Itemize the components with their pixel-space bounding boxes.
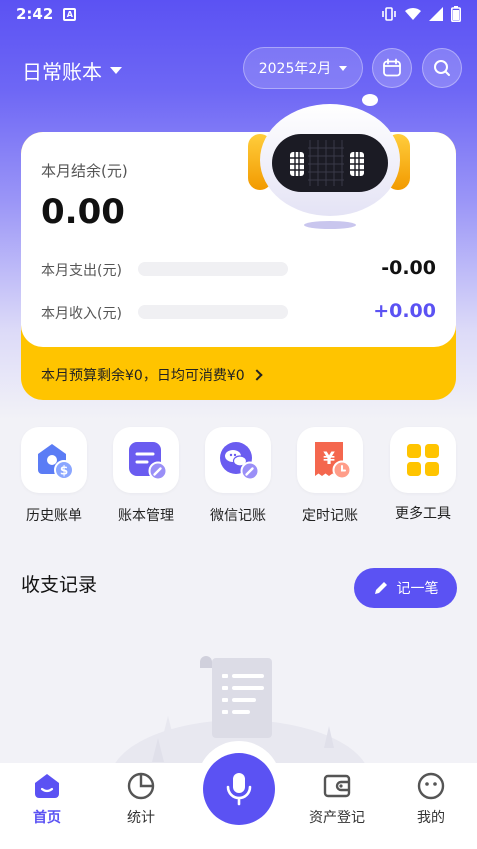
tool-wechat-record[interactable]: 微信记账 bbox=[205, 427, 271, 525]
records-title: 收支记录 bbox=[21, 574, 98, 596]
nav-mine[interactable]: 我的 bbox=[386, 771, 476, 827]
scheduled-record-icon: ¥ bbox=[315, 442, 352, 480]
status-icons bbox=[381, 6, 461, 22]
home-icon bbox=[35, 774, 59, 798]
nav-stats[interactable]: 统计 bbox=[96, 771, 186, 827]
tool-label: 定时记账 bbox=[302, 508, 358, 524]
nav-home-label: 首页 bbox=[33, 810, 61, 826]
history-bill-icon: $ bbox=[38, 444, 74, 480]
caret-down-icon bbox=[339, 65, 348, 71]
tool-book-manage[interactable]: 账本管理 bbox=[113, 427, 179, 525]
nav-assets-label: 资产登记 bbox=[309, 810, 365, 826]
budget-summary[interactable]: 本月预算剩余¥0，日均可消费¥0 bbox=[41, 365, 263, 385]
tool-label: 微信记账 bbox=[210, 508, 266, 524]
nav-stats-label: 统计 bbox=[127, 810, 155, 826]
search-icon bbox=[434, 60, 450, 76]
header: 日常账本 2025年2月 bbox=[0, 46, 477, 90]
caret-down-icon bbox=[110, 67, 122, 74]
book-selector[interactable]: 日常账本 bbox=[22, 56, 122, 85]
wifi-icon bbox=[405, 7, 421, 21]
income-value: +0.00 bbox=[373, 300, 436, 322]
tool-tile: $ bbox=[21, 427, 87, 493]
nav-assets[interactable]: 资产登记 bbox=[292, 771, 382, 827]
income-label: 本月收入(元) bbox=[41, 306, 122, 322]
notification-icon: A bbox=[63, 7, 77, 21]
tool-history-bill[interactable]: $ 历史账单 bbox=[21, 427, 87, 525]
tool-tile bbox=[205, 427, 271, 493]
balance-label: 本月结余(元) bbox=[41, 162, 128, 180]
wechat-record-icon bbox=[220, 442, 260, 481]
status-time: 2:42 bbox=[16, 5, 54, 23]
tool-tile bbox=[390, 427, 456, 493]
profile-face-icon bbox=[417, 772, 445, 800]
book-name: 日常账本 bbox=[22, 60, 102, 84]
calendar-button[interactable] bbox=[372, 48, 412, 88]
more-tools-icon bbox=[407, 444, 439, 476]
nav-home[interactable]: 首页 bbox=[2, 771, 92, 827]
search-button[interactable] bbox=[422, 48, 462, 88]
signal-icon bbox=[429, 7, 443, 21]
income-bar bbox=[138, 305, 288, 319]
budget-text: 本月预算剩余¥0，日均可消费¥0 bbox=[41, 368, 245, 384]
tool-label: 更多工具 bbox=[395, 506, 451, 522]
balance-value: 0.00 bbox=[41, 192, 125, 232]
expense-label: 本月支出(元) bbox=[41, 263, 122, 279]
battery-icon bbox=[451, 6, 461, 22]
expense-bar bbox=[138, 262, 288, 276]
nav-mine-label: 我的 bbox=[417, 810, 445, 826]
svg-text:¥: ¥ bbox=[323, 449, 335, 469]
book-manage-icon bbox=[129, 442, 168, 481]
pencil-icon bbox=[374, 582, 387, 594]
pie-chart-icon bbox=[127, 772, 155, 800]
calendar-icon bbox=[383, 58, 401, 77]
wallet-icon bbox=[323, 774, 351, 798]
svg-text:$: $ bbox=[60, 464, 68, 478]
expense-value: -0.00 bbox=[381, 257, 436, 279]
tool-scheduled-record[interactable]: ¥ 定时记账 bbox=[297, 427, 363, 525]
tool-label: 历史账单 bbox=[26, 508, 82, 524]
status-bar: 2:42 A bbox=[0, 0, 477, 28]
voice-record-button[interactable] bbox=[203, 753, 275, 825]
add-record-label: 记一笔 bbox=[396, 581, 439, 597]
tool-tile: ¥ bbox=[297, 427, 363, 493]
tool-tile bbox=[113, 427, 179, 493]
month-selector[interactable]: 2025年2月 bbox=[243, 47, 363, 89]
tool-label: 账本管理 bbox=[118, 508, 174, 524]
month-label: 2025年2月 bbox=[258, 61, 332, 77]
add-record-button[interactable]: 记一笔 bbox=[354, 568, 457, 608]
tool-more[interactable]: 更多工具 bbox=[390, 427, 456, 523]
robot-mascot-icon bbox=[248, 94, 410, 229]
microphone-icon bbox=[226, 773, 252, 806]
chevron-right-icon bbox=[250, 369, 263, 381]
vibrate-icon bbox=[382, 7, 396, 21]
